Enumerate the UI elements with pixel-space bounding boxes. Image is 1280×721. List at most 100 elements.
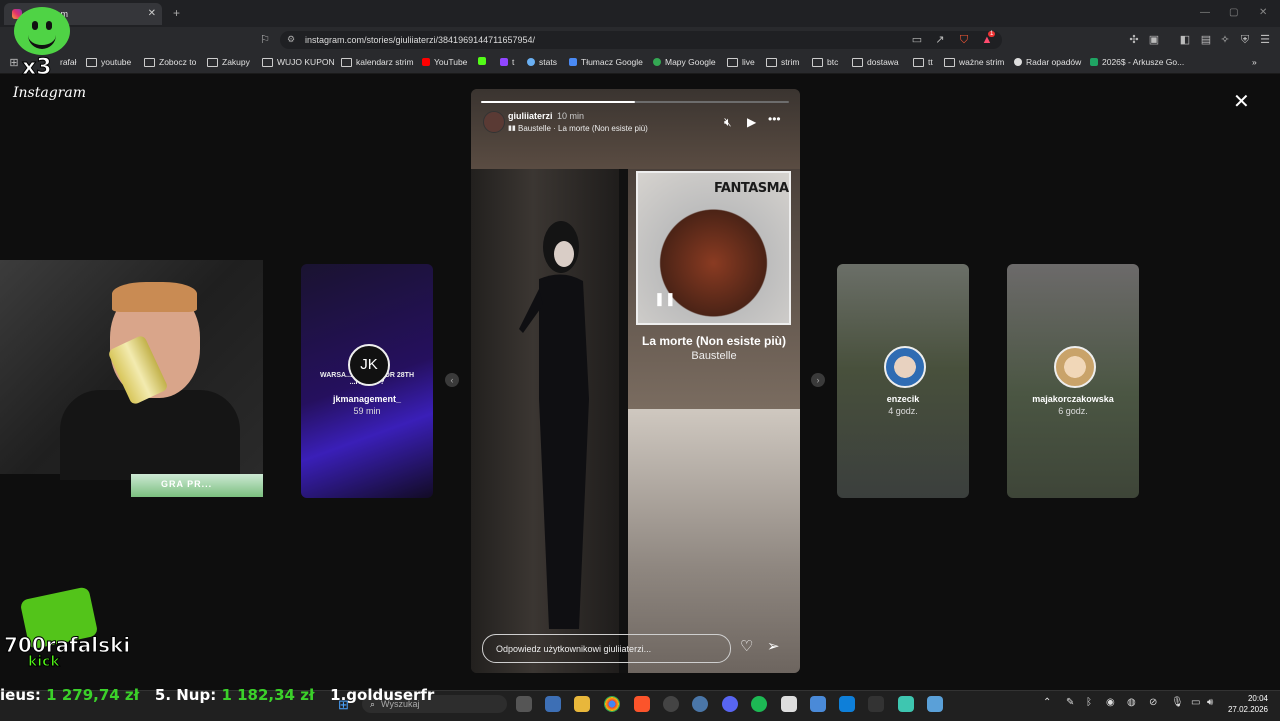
share-icon[interactable]: ↗ <box>933 33 947 47</box>
leo-ai-icon[interactable]: ✧ <box>1218 33 1232 47</box>
bookmark-folder[interactable]: tt <box>913 57 933 67</box>
overlay-banner: GRA PR... <box>131 474 263 497</box>
story-author-avatar[interactable] <box>483 111 505 133</box>
reply-input[interactable]: Odpowiedz użytkownikowi giuliiaterzi... <box>482 634 731 663</box>
story-username: enzecik <box>886 394 920 404</box>
bookmark-folder[interactable]: strim <box>766 57 799 67</box>
tab-close-icon[interactable]: ✕ <box>148 8 156 19</box>
file-explorer-icon[interactable] <box>574 696 590 712</box>
bookmark-folder[interactable]: ważne strim <box>944 57 1004 67</box>
bookmarks-overflow-icon[interactable]: » <box>1252 57 1257 67</box>
bookmark-folder[interactable]: btc <box>812 57 838 67</box>
app-icon[interactable] <box>692 696 708 712</box>
story-time: 6 godz. <box>1058 406 1088 416</box>
bookmark-stats[interactable]: stats <box>527 57 557 67</box>
side-story-card[interactable]: majakorczakowska 6 godz. <box>1007 264 1139 498</box>
extensions-icon[interactable]: ✣ <box>1127 33 1141 47</box>
clock-date: 27.02.2026 <box>1227 705 1268 714</box>
display-icon[interactable]: ▭ <box>1191 697 1200 708</box>
send-icon[interactable]: ➢ <box>767 637 780 655</box>
webcam-shirt <box>60 390 240 480</box>
bookmark-translate[interactable]: Tłumacz Google <box>569 57 643 67</box>
sidebar-icon[interactable]: ◧ <box>1178 33 1192 47</box>
app-k-icon[interactable] <box>839 696 855 712</box>
bookmark-item[interactable]: rafał <box>60 57 77 67</box>
chrome-icon[interactable] <box>604 696 620 712</box>
menu-icon[interactable]: ☰ <box>1258 33 1272 47</box>
story-progress-fill <box>481 101 635 103</box>
wallet-icon[interactable]: ▤ <box>1199 33 1213 47</box>
maximize-button[interactable]: ▢ <box>1229 7 1238 18</box>
mute-icon[interactable]: 🔇︎ <box>724 115 732 130</box>
story-time: 10 min <box>557 111 585 121</box>
tab-search-icon[interactable]: ▣ <box>1147 33 1161 47</box>
bookmark-maps[interactable]: Mapy Google <box>653 57 716 67</box>
bookmark-folder[interactable]: kalendarz strim <box>341 57 414 67</box>
folder-icon <box>727 57 738 67</box>
bookmark-folder[interactable]: dostawa <box>852 57 899 67</box>
active-story[interactable]: giuliiaterzi 10 min ▮▮ Baustelle · La mo… <box>471 89 800 673</box>
pen-icon[interactable]: ✎ <box>1066 697 1074 708</box>
spotify-icon[interactable] <box>751 696 767 712</box>
song-title: La morte (Non esiste più) <box>641 334 787 348</box>
close-stories-button[interactable]: ✕ <box>1233 89 1250 114</box>
address-bar[interactable]: ⚙ instagram.com/stories/giuliiaterzi/384… <box>280 31 1002 49</box>
app-tray-icon[interactable]: ◉ <box>1106 697 1115 708</box>
minimize-button[interactable]: — <box>1200 7 1210 18</box>
obs-icon[interactable] <box>663 696 679 712</box>
streamlabs-icon[interactable] <box>781 696 797 712</box>
new-tab-button[interactable]: + <box>173 6 180 20</box>
album-cover[interactable]: FANTASMA ❚❚ <box>636 171 791 325</box>
folder-icon <box>262 57 273 67</box>
bookmark-folder[interactable]: Zakupy <box>207 57 250 67</box>
bookmark-youtube[interactable]: YouTube <box>422 57 467 67</box>
previous-story-button[interactable]: ‹ <box>445 373 459 387</box>
bookmark-sheets[interactable]: 2026$ - Arkusze Go... <box>1090 57 1184 67</box>
site-info-icon[interactable]: ⚙ <box>287 34 295 45</box>
bookmark-icon[interactable]: ⚐ <box>258 33 272 47</box>
ticker-segment: ieus: <box>0 686 47 704</box>
bluetooth-icon[interactable]: ᛒ <box>1086 697 1092 708</box>
steam-icon[interactable]: ◍ <box>1127 697 1136 708</box>
play-icon[interactable]: ▶ <box>747 115 756 129</box>
network-off-icon[interactable]: ⊘ <box>1149 697 1157 708</box>
tray-expand-icon[interactable]: ⌃ <box>1043 697 1051 708</box>
brave-icon[interactable] <box>634 696 650 712</box>
photos-icon[interactable] <box>545 696 561 712</box>
like-heart-icon[interactable]: ♡ <box>740 637 753 655</box>
bookmark-kick[interactable] <box>478 57 490 65</box>
notes-icon[interactable] <box>898 696 914 712</box>
discord-icon[interactable] <box>722 696 738 712</box>
instagram-logo[interactable]: Instagram <box>13 85 86 101</box>
davinci-icon[interactable] <box>868 696 884 712</box>
bookmark-folder[interactable]: Zobocz to <box>144 57 196 67</box>
calculator-icon[interactable] <box>810 696 826 712</box>
pause-icon[interactable]: ❚❚ <box>654 291 676 307</box>
bookmark-folder[interactable]: live <box>727 57 755 67</box>
taskbar-clock[interactable]: 20:04 27.02.2026 <box>1226 693 1268 715</box>
cast-icon[interactable]: ▭ <box>910 33 924 47</box>
next-story-button[interactable]: › <box>811 373 825 387</box>
story-author-username[interactable]: giuliiaterzi <box>508 111 553 121</box>
youtube-icon <box>422 58 430 66</box>
screen-icon[interactable] <box>927 696 943 712</box>
bookmark-twitch[interactable]: t <box>500 57 514 67</box>
emote-multiplier: x3 <box>22 55 52 81</box>
microphone-icon[interactable]: 🎙︎ <box>1171 697 1184 708</box>
apps-grid-icon[interactable]: ⊞ <box>7 56 21 70</box>
more-options-icon[interactable]: ••• <box>768 112 781 126</box>
kick-icon <box>478 57 486 65</box>
story-music-label[interactable]: Baustelle · La morte (Non esiste più) <box>518 124 648 133</box>
bookmark-folder[interactable]: youtube <box>86 57 131 67</box>
brave-shield-icon[interactable]: ⛉ <box>957 33 971 47</box>
reply-placeholder: Odpowiedz użytkownikowi giuliiaterzi... <box>496 643 652 654</box>
side-story-card[interactable]: WARSA... READY FOR 28TH ...RUARY? JK jkm… <box>301 264 433 498</box>
task-view-icon[interactable] <box>516 696 532 712</box>
volume-icon[interactable]: 🔊︎ <box>1207 697 1213 708</box>
side-story-card[interactable]: enzecik 4 godz. <box>837 264 969 498</box>
vpn-icon[interactable]: ⛨ <box>1238 33 1252 47</box>
smiley-eye <box>32 21 38 30</box>
window-close-button[interactable]: ✕ <box>1259 7 1267 18</box>
bookmark-folder[interactable]: WUJO KUPON <box>262 57 335 67</box>
bookmark-radar[interactable]: Radar opadów <box>1014 57 1081 67</box>
